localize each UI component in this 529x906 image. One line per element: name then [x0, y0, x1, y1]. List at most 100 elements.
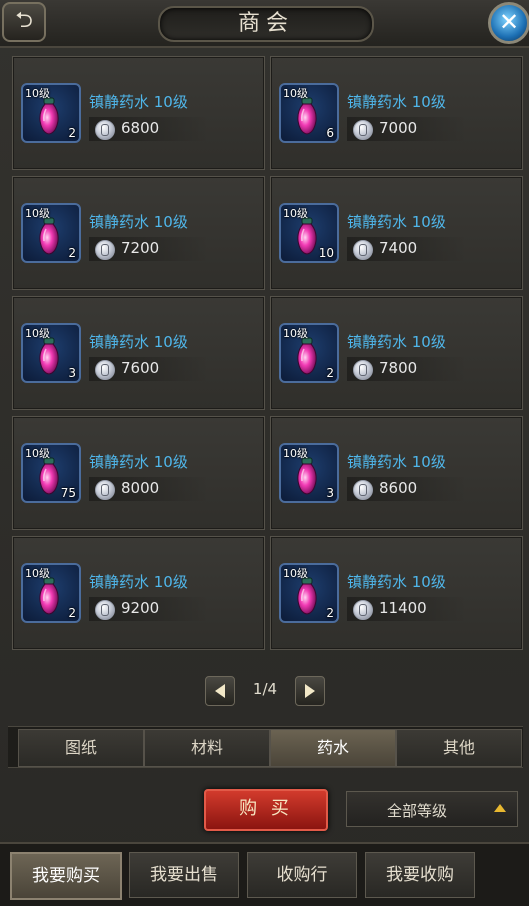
tab-potions[interactable]: 药水	[270, 729, 396, 767]
close-icon: ✕	[498, 8, 520, 36]
tab-blueprint[interactable]: 图纸	[18, 729, 144, 767]
listing-card[interactable]: 10级 10 镇静药水 10级 7400	[270, 176, 523, 290]
potion-icon	[39, 337, 59, 375]
listing-card[interactable]: 10级 2 镇静药水 10级 11400	[270, 536, 523, 650]
price-bar: 8600	[347, 477, 467, 501]
price-bar: 8000	[89, 477, 209, 501]
nav-request-purchase[interactable]: 我要收购	[365, 852, 475, 898]
silver-coin-icon	[95, 120, 115, 140]
listing-card[interactable]: 10级 2 镇静药水 10级 6800	[12, 56, 265, 170]
level-filter-dropdown[interactable]: 全部等级	[346, 791, 518, 827]
item-slot[interactable]: 10级 2	[21, 83, 81, 143]
item-name: 镇静药水 10级	[89, 213, 188, 231]
next-page-button[interactable]	[295, 676, 325, 706]
potion-icon	[297, 217, 317, 255]
item-price: 7800	[379, 359, 418, 377]
item-slot[interactable]: 10级 2	[279, 323, 339, 383]
item-slot[interactable]: 10级 10	[279, 203, 339, 263]
silver-coin-icon	[353, 600, 373, 620]
item-level-label: 10级	[25, 87, 50, 100]
silver-coin-icon	[95, 240, 115, 260]
item-count: 2	[68, 246, 76, 260]
price-bar: 7800	[347, 357, 467, 381]
buy-button[interactable]: 购 买	[204, 789, 328, 831]
nav-purchase-house[interactable]: 收购行	[247, 852, 357, 898]
price-bar: 7200	[89, 237, 209, 261]
listing-card[interactable]: 10级 3 镇静药水 10级 8600	[270, 416, 523, 530]
page-title: 商会	[158, 6, 374, 42]
potion-icon	[297, 457, 317, 495]
item-level-label: 10级	[25, 327, 50, 340]
silver-coin-icon	[353, 120, 373, 140]
item-price: 8600	[379, 479, 418, 497]
potion-icon	[39, 457, 59, 495]
listing-card[interactable]: 10级 3 镇静药水 10级 7600	[12, 296, 265, 410]
nav-buy[interactable]: 我要购买	[10, 852, 122, 900]
item-price: 7000	[379, 119, 418, 137]
item-count: 2	[326, 366, 334, 380]
prev-page-button[interactable]	[205, 676, 235, 706]
item-count: 3	[326, 486, 334, 500]
potion-icon	[39, 97, 59, 135]
level-filter-value: 全部等级	[387, 802, 448, 820]
trade-panel: ⮌ 商会 ✕ 10级 2 镇静药水 10级 6800 10级 6 镇静药水 10级 7000 1…	[0, 0, 529, 906]
silver-coin-icon	[353, 240, 373, 260]
listing-card[interactable]: 10级 75 镇静药水 10级 8000	[12, 416, 265, 530]
item-name: 镇静药水 10级	[347, 333, 446, 351]
item-count: 2	[68, 126, 76, 140]
silver-coin-icon	[353, 360, 373, 380]
item-count: 2	[68, 606, 76, 620]
item-level-label: 10级	[25, 447, 50, 460]
back-arrow-icon: ⮌	[15, 8, 33, 33]
silver-coin-icon	[95, 480, 115, 500]
item-price: 6800	[121, 119, 160, 137]
potion-icon	[39, 217, 59, 255]
price-bar: 6800	[89, 117, 209, 141]
item-price: 7400	[379, 239, 418, 257]
listing-card[interactable]: 10级 2 镇静药水 10级 7800	[270, 296, 523, 410]
tab-other[interactable]: 其他	[396, 729, 522, 767]
prev-arrow-icon	[215, 684, 225, 698]
item-level-label: 10级	[283, 327, 308, 340]
item-name: 镇静药水 10级	[347, 213, 446, 231]
item-slot[interactable]: 10级 2	[279, 563, 339, 623]
price-bar: 11400	[347, 597, 467, 621]
close-button[interactable]: ✕	[488, 2, 529, 44]
item-level-label: 10级	[25, 567, 50, 580]
item-level-label: 10级	[25, 207, 50, 220]
item-name: 镇静药水 10级	[89, 93, 188, 111]
item-price: 7200	[121, 239, 160, 257]
item-name: 镇静药水 10级	[347, 573, 446, 591]
item-name: 镇静药水 10级	[89, 573, 188, 591]
next-arrow-icon	[305, 684, 315, 698]
back-button[interactable]: ⮌	[2, 2, 46, 42]
listing-card[interactable]: 10级 6 镇静药水 10级 7000	[270, 56, 523, 170]
listing-card[interactable]: 10级 2 镇静药水 10级 7200	[12, 176, 265, 290]
page-indicator: 1/4	[252, 680, 278, 698]
dropdown-arrow-icon	[494, 804, 506, 812]
item-slot[interactable]: 10级 2	[21, 563, 81, 623]
item-name: 镇静药水 10级	[347, 93, 446, 111]
item-slot[interactable]: 10级 2	[21, 203, 81, 263]
tab-materials[interactable]: 材料	[144, 729, 270, 767]
price-bar: 7400	[347, 237, 467, 261]
category-tabs: 图纸 材料 药水 其他	[8, 726, 523, 768]
item-level-label: 10级	[283, 447, 308, 460]
nav-sell[interactable]: 我要出售	[129, 852, 239, 898]
price-bar: 7600	[89, 357, 209, 381]
item-name: 镇静药水 10级	[347, 453, 446, 471]
listing-card[interactable]: 10级 2 镇静药水 10级 9200	[12, 536, 265, 650]
item-name: 镇静药水 10级	[89, 333, 188, 351]
item-level-label: 10级	[283, 567, 308, 580]
item-count: 2	[326, 606, 334, 620]
item-slot[interactable]: 10级 6	[279, 83, 339, 143]
item-count: 75	[60, 486, 76, 500]
item-slot[interactable]: 10级 3	[279, 443, 339, 503]
item-price: 7600	[121, 359, 160, 377]
item-slot[interactable]: 10级 75	[21, 443, 81, 503]
item-slot[interactable]: 10级 3	[21, 323, 81, 383]
pagination: 1/4	[205, 676, 325, 706]
potion-icon	[39, 577, 59, 615]
potion-icon	[297, 337, 317, 375]
potion-icon	[297, 577, 317, 615]
